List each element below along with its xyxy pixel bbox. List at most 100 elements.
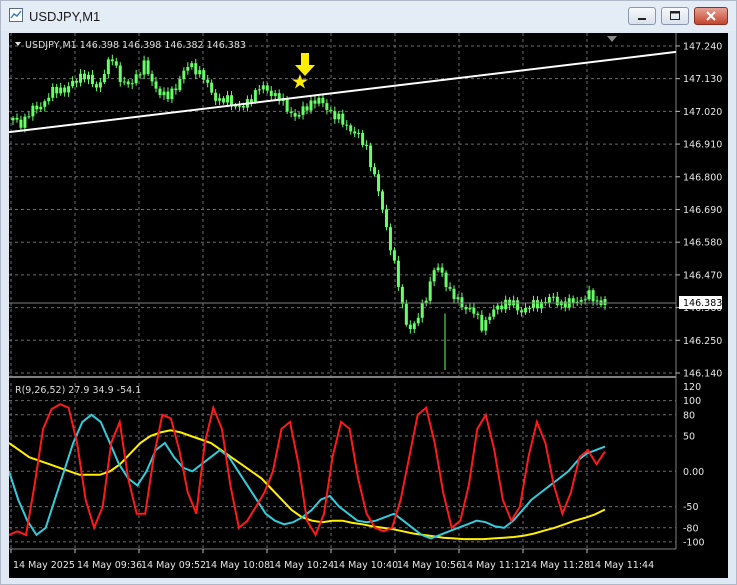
candle-body [134, 74, 138, 84]
candle-body [55, 86, 59, 94]
candle-body [500, 305, 504, 310]
candle-body [102, 74, 106, 83]
candle-body [194, 63, 198, 75]
candle-body [59, 87, 63, 94]
candle-body [496, 305, 500, 310]
candle-body [138, 74, 142, 76]
candle-body [472, 307, 476, 314]
price-tick-label: 147.240 [683, 41, 722, 52]
window-title: USDJPY,M1 [29, 9, 101, 24]
price-tick-label: 146.250 [683, 336, 722, 347]
price-tick-label: 147.130 [683, 74, 722, 85]
close-button[interactable] [694, 7, 728, 25]
candle-body [365, 145, 369, 147]
candle-body [384, 209, 388, 228]
time-tick-label: 14 May 10:24 [269, 560, 334, 571]
candle-body [468, 307, 472, 310]
candle-body [416, 317, 420, 324]
candle-body [35, 105, 39, 110]
candle-body [388, 227, 392, 251]
time-tick-label: 14 May 11:44 [589, 560, 654, 571]
star-icon[interactable] [292, 74, 308, 89]
candle-body [531, 300, 535, 308]
candle-body [349, 125, 353, 132]
title-bar[interactable]: USDJPY,M1 [1, 1, 736, 31]
close-icon [706, 11, 716, 21]
candle-body [504, 299, 508, 310]
candle-body [448, 287, 452, 289]
chart-shift-marker[interactable] [607, 36, 617, 42]
candle-body [583, 299, 587, 301]
candle-body [94, 84, 98, 88]
indicator-level-label: 50 [683, 431, 695, 442]
candle-body [492, 309, 496, 317]
chart-area[interactable]: USDJPY,M1 146.398 146.398 146.382 146.38… [8, 33, 728, 578]
header-dropdown-icon[interactable] [15, 42, 21, 46]
chart-header: USDJPY,M1 146.398 146.398 146.382 146.38… [15, 40, 246, 51]
indicator-label: R(9,26,52) 27.9 34.9 -54.1 [15, 385, 141, 396]
candle-body [309, 100, 313, 111]
indicator-fast-line [8, 403, 606, 538]
candle-body [47, 97, 51, 102]
candle-body [428, 281, 432, 301]
candle-body [170, 88, 174, 100]
maximize-button[interactable] [661, 7, 689, 25]
candle-body [15, 117, 19, 120]
candle-body [154, 81, 158, 89]
candle-body [345, 124, 349, 126]
candle-body [261, 85, 265, 90]
candle-body [174, 88, 178, 91]
price-tick-label: 146.140 [683, 369, 722, 380]
main-grid [9, 33, 676, 377]
candle-body [535, 300, 539, 309]
candle-body [571, 298, 575, 303]
candle-body [39, 106, 43, 110]
candle-body [591, 290, 595, 302]
candle-body [301, 106, 305, 115]
candle-body [146, 60, 150, 74]
candle-body [43, 101, 47, 107]
candle-body [71, 80, 75, 87]
candle-body [377, 174, 381, 192]
candle-body [436, 267, 440, 271]
time-tick-label: 14 May 10:40 [333, 560, 398, 571]
candle-body [150, 73, 154, 82]
candle-body [293, 113, 297, 117]
candle-body [118, 65, 122, 82]
candle-body [214, 92, 218, 101]
chart-canvas[interactable]: USDJPY,M1 146.398 146.398 146.382 146.38… [8, 33, 728, 578]
chart-header-text: USDJPY,M1 146.398 146.398 146.382 146.38… [25, 40, 246, 51]
candle-body [341, 113, 345, 125]
price-scale: 147.240 147.130 147.020 146.910 146.800 146.6… [676, 41, 722, 380]
candle-body [114, 61, 118, 66]
price-tick-label: 146.470 [683, 270, 722, 281]
minimize-button[interactable] [628, 7, 656, 25]
price-tick-label: 146.800 [683, 172, 722, 183]
minimize-icon [638, 18, 646, 20]
candle-body [67, 86, 71, 93]
candle-body [353, 131, 357, 134]
down-arrow-icon[interactable] [295, 53, 315, 76]
candle-body [329, 109, 333, 112]
candle-body [595, 300, 599, 302]
price-tick-label: 146.580 [683, 238, 722, 249]
price-tick-label: 146.910 [683, 140, 722, 151]
candle-body [440, 267, 444, 273]
candle-body [162, 91, 166, 96]
candle-body [400, 286, 404, 304]
time-tick-label: 14 May 10:08 [205, 560, 270, 571]
candle-body [579, 299, 583, 302]
candle-body [166, 91, 170, 100]
candle-body [333, 111, 337, 120]
candle-body [480, 314, 484, 331]
candle-body [249, 99, 253, 102]
current-price-tag: 146.383 [679, 296, 722, 309]
candle-body [337, 113, 341, 120]
candle-body [563, 301, 567, 308]
candle-body [130, 83, 134, 85]
candle-body [551, 296, 555, 298]
candle-body [106, 59, 110, 75]
candle-body [257, 89, 261, 91]
indicator-level-label: 0.00 [683, 467, 704, 478]
candle-body [317, 97, 321, 104]
